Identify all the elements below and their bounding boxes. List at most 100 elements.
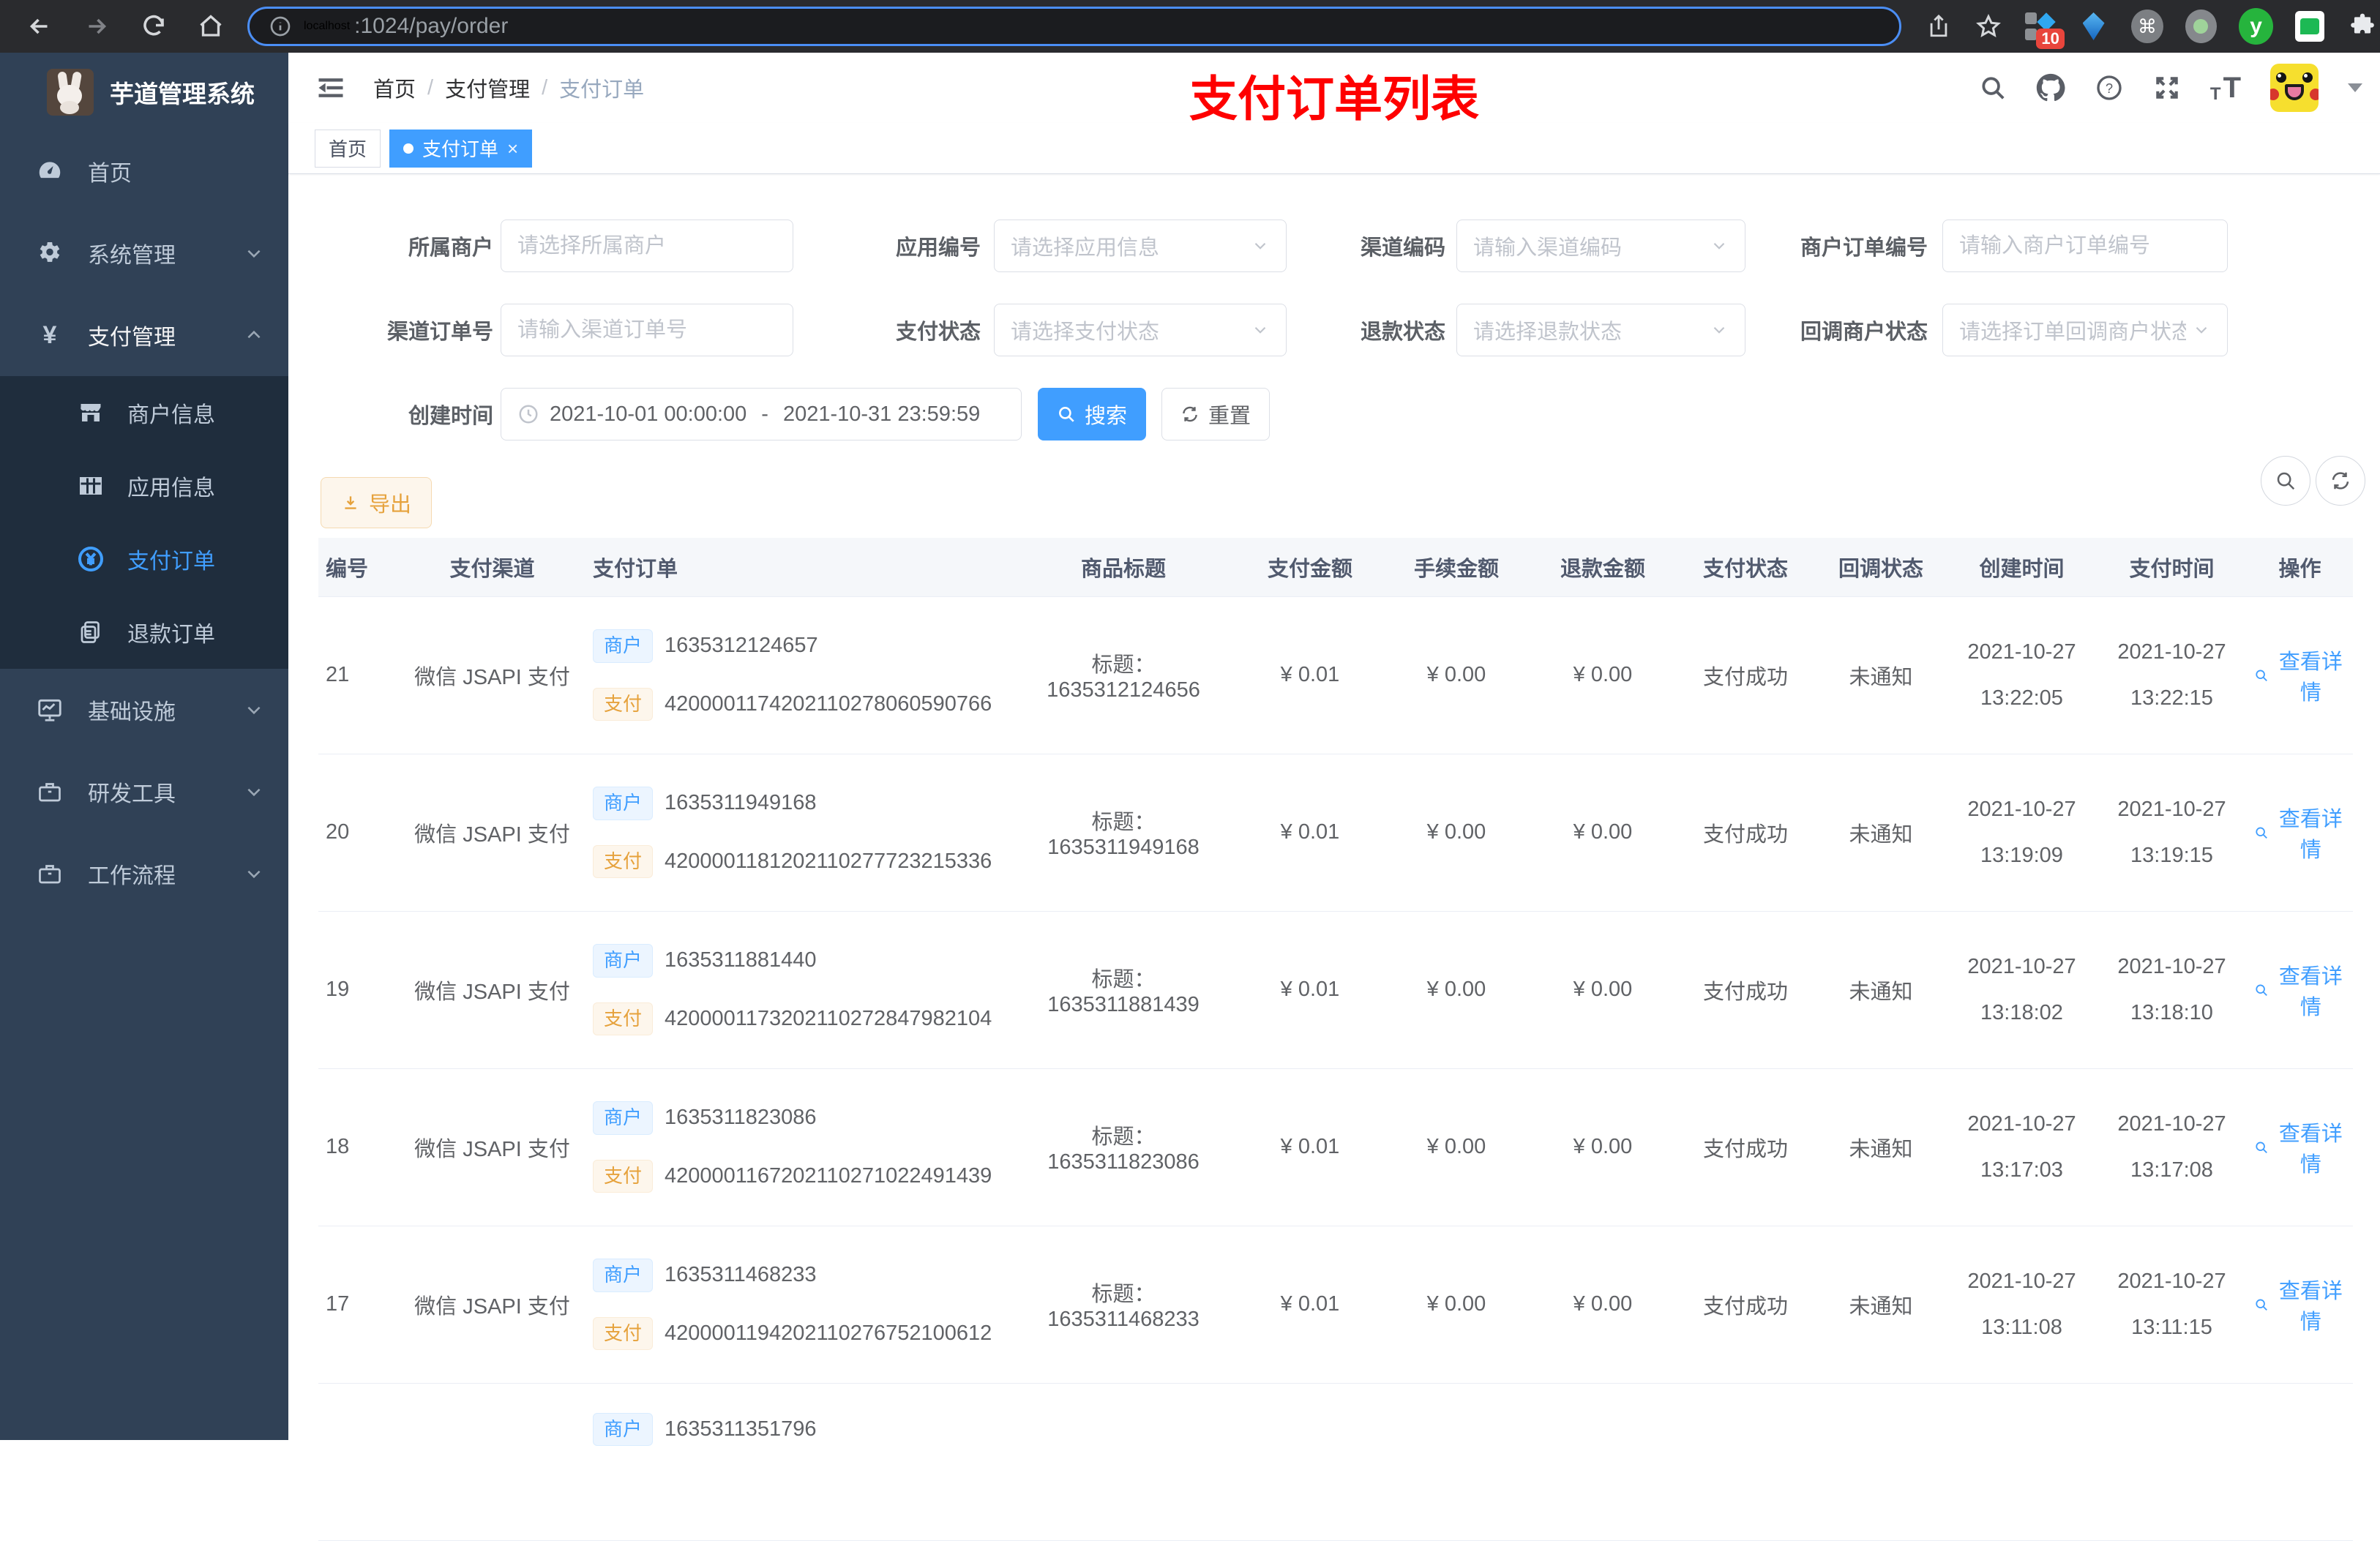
tab-pay-order[interactable]: 支付订单 × [389,130,532,168]
sidebar-item-home[interactable]: 首页 [0,130,288,212]
forward-icon[interactable] [82,12,111,41]
reset-button[interactable]: 重置 [1161,388,1270,440]
table-row: 19 微信 JSAPI 支付 商户1635311881440 支付4200001… [318,911,2353,1068]
documents-icon [73,619,108,645]
sidebar-item-label: 系统管理 [88,237,176,269]
filter-label-callback-status: 回调商户状态 [1737,304,1928,356]
search-icon [2254,981,2269,999]
payment-submenu: 商户信息 应用信息 支付订单 退款订单 [0,376,288,669]
sidebar-item-workflow[interactable]: 工作流程 [0,833,288,915]
col-header: 回调状态 [1815,538,1947,596]
filter-label-merchant-order: 商户订单编号 [1737,220,1928,272]
gem-extension-icon[interactable] [2078,10,2109,43]
view-detail-link[interactable]: 查看详情 [2254,802,2346,863]
status-text: 支付成功 [1676,596,1815,754]
rabbit-logo-icon [47,69,94,116]
dot-extension-icon[interactable] [2185,10,2217,43]
search-icon [2254,667,2269,684]
chat-extension-icon[interactable] [2295,11,2324,42]
status-text: 支付成功 [1676,1226,1815,1383]
sidebar-item-system[interactable]: 系统管理 [0,212,288,294]
reload-icon[interactable] [139,12,168,41]
sidebar-item-app-info[interactable]: 应用信息 [0,449,288,522]
view-detail-link[interactable]: 查看详情 [2254,959,2346,1021]
sidebar-item-payment[interactable]: ¥ 支付管理 [0,294,288,376]
table-search-toggle-button[interactable] [2261,456,2310,506]
back-icon[interactable] [25,12,54,41]
sidebar-fold-icon[interactable] [315,72,347,104]
chevron-down-icon [244,864,263,883]
merchant-input[interactable] [501,220,793,272]
filter-label-pay-status: 支付状态 [790,304,981,356]
address-bar[interactable]: localhost:1024/pay/order [247,7,1901,46]
tab-close-icon[interactable]: × [507,139,518,158]
sidebar-item-label: 基础设施 [88,694,176,726]
y-logo-extension-icon[interactable]: y [2239,8,2273,45]
chevron-down-icon [1710,320,1729,340]
sidebar-item-pay-order[interactable]: 支付订单 [0,522,288,596]
breadcrumb-home[interactable]: 首页 [373,72,416,103]
puzzle-extensions-icon[interactable] [2346,10,2378,43]
chevron-up-icon [244,326,263,345]
pay-tag: 支付 [593,1002,653,1036]
sidebar-item-label: 研发工具 [88,776,176,808]
pay-status-select[interactable]: 请选择支付状态 [994,304,1287,356]
pay-order-table: 编号 支付渠道 支付订单 商品标题 支付金额 手续金额 退款金额 支付状态 回调… [318,538,2353,1541]
create-time-range[interactable]: 2021-10-01 00:00:00 - 2021-10-31 23:59:5… [501,388,1022,440]
sidebar: 芋道管理系统 首页 系统管理 ¥ 支付管理 商户信息 [0,53,288,1440]
bookmark-star-icon[interactable] [1975,12,2002,41]
browser-chrome: localhost:1024/pay/order 10 ⌘ y 更新 [0,0,2380,53]
tab-home[interactable]: 首页 [315,130,381,168]
col-header: 手续金额 [1383,538,1530,596]
merchant-order-input[interactable] [1942,220,2228,272]
sidebar-item-devtools[interactable]: 研发工具 [0,751,288,833]
font-size-icon[interactable]: TT [2210,72,2241,105]
merchant-tag: 商户 [593,1413,653,1447]
dashboard-icon [32,157,67,185]
pay-tag: 支付 [593,845,653,879]
fullscreen-icon[interactable] [2153,74,2181,102]
col-header: 编号 [318,538,399,596]
annotation-title: 支付订单列表 [1189,60,1479,130]
chevron-down-icon [244,244,263,263]
extension-badge: 10 [2036,29,2064,49]
view-detail-link[interactable]: 查看详情 [2254,1117,2346,1178]
channel-order-input[interactable] [501,304,793,356]
header-search-icon[interactable] [1979,74,2007,102]
github-icon[interactable] [2036,73,2065,102]
sidebar-item-infra[interactable]: 基础设施 [0,669,288,751]
status-text: 支付成功 [1676,911,1815,1068]
briefcase-icon [32,861,67,887]
merchant-tag: 商户 [593,1101,653,1135]
notify-text: 未通知 [1815,911,1947,1068]
app-logo[interactable]: 芋道管理系统 [0,53,288,130]
command-extension-icon[interactable]: ⌘ [2131,10,2163,43]
sidebar-item-refund-order[interactable]: 退款订单 [0,596,288,669]
help-icon[interactable]: ? [2095,73,2124,102]
view-detail-link[interactable]: 查看详情 [2254,1274,2346,1335]
site-info-icon[interactable] [269,15,292,38]
view-detail-link[interactable]: 查看详情 [2254,645,2346,706]
home-icon[interactable] [196,12,225,41]
filter-label-channel-order: 渠道订单号 [303,304,493,356]
app-select[interactable]: 请选择应用信息 [994,220,1287,272]
export-button[interactable]: 导出 [321,477,432,528]
active-dot-icon [403,143,413,154]
avatar-caret-icon[interactable] [2348,83,2362,92]
tags-view-bar: 首页 支付订单 × [288,123,2380,174]
sidebar-item-label: 应用信息 [127,470,215,502]
table-row: 18 微信 JSAPI 支付 商户1635311823086 支付4200001… [318,1068,2353,1226]
extension-blocks-icon[interactable]: 10 [2024,10,2055,43]
channel-code-select[interactable]: 请输入渠道编码 [1456,220,1745,272]
table-refresh-button[interactable] [2316,456,2365,506]
user-avatar[interactable] [2270,64,2319,112]
refund-status-select[interactable]: 请选择退款状态 [1456,304,1745,356]
col-header: 商品标题 [1010,538,1237,596]
refresh-icon [1180,405,1200,424]
svg-text:?: ? [2106,80,2113,96]
sidebar-item-merchant-info[interactable]: 商户信息 [0,376,288,449]
callback-status-select[interactable]: 请选择订单回调商户状态 [1942,304,2228,356]
search-button[interactable]: 搜索 [1038,388,1146,440]
grid-table-icon [73,473,108,499]
share-icon[interactable] [1925,12,1953,41]
